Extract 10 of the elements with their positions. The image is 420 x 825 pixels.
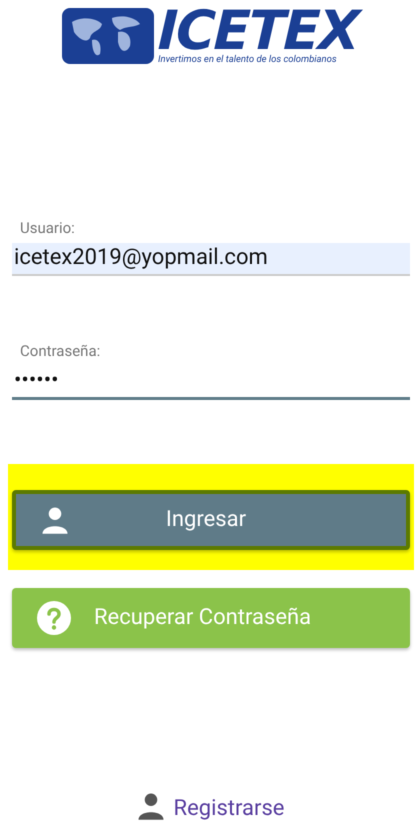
help-icon [36, 600, 72, 636]
user-icon [40, 504, 70, 534]
globe-logo-icon [62, 8, 154, 64]
login-button[interactable]: Ingresar [12, 490, 410, 550]
user-icon [136, 791, 166, 821]
field-label: Contraseña: [20, 342, 102, 360]
register-link[interactable]: Registrarse [174, 796, 284, 821]
logo-tagline: Invertimos en el talento de los colombianos [158, 55, 338, 64]
field-label: Usuario: [20, 218, 76, 236]
input-field[interactable]: icetex2019@yopmail.com [12, 242, 410, 276]
